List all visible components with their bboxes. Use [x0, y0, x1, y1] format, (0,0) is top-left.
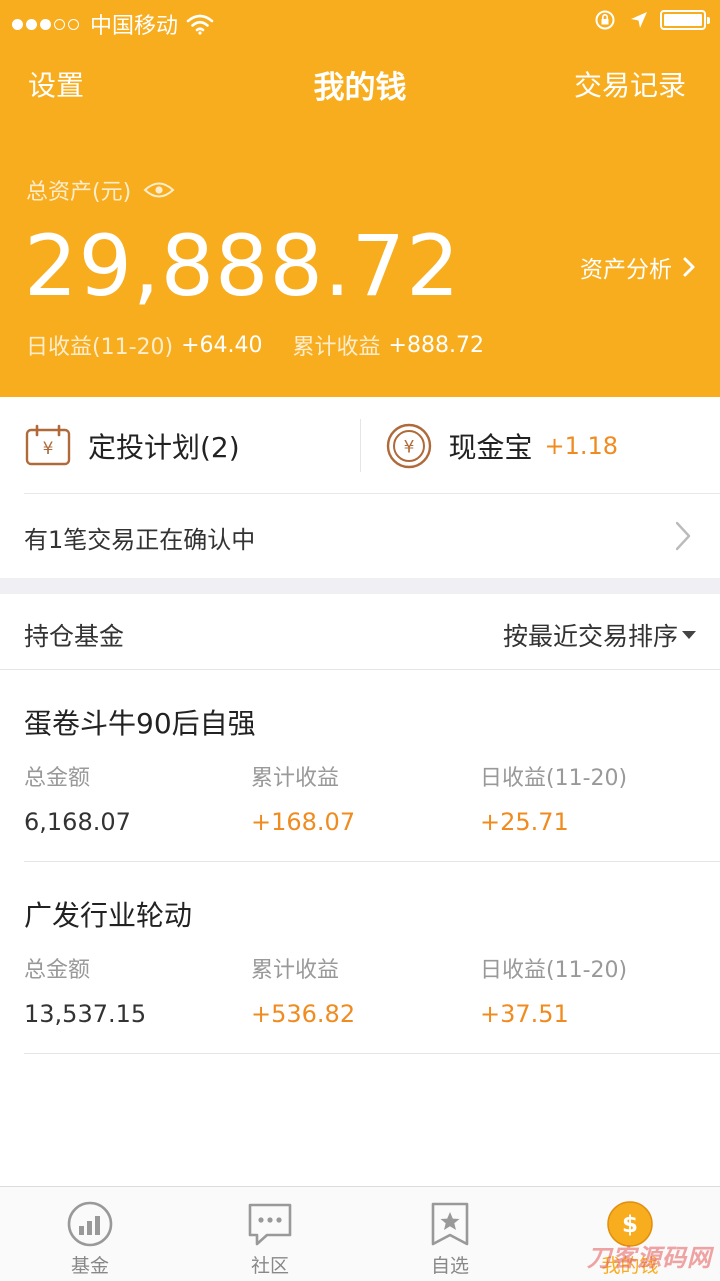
cumulative-income-value: +888.72: [388, 332, 484, 358]
asset-analysis-label: 资产分析: [580, 257, 672, 283]
sort-label: 按最近交易排序: [502, 622, 678, 651]
cumulative-income-label: 累计收益: [292, 335, 381, 360]
sort-dropdown[interactable]: 按最近交易排序: [503, 617, 696, 653]
fund-total-label: 总金额: [24, 958, 91, 983]
pending-transaction-text: 有1笔交易正在确认中: [24, 526, 256, 554]
tab-fund[interactable]: 基金: [0, 1187, 180, 1281]
investment-plan-button[interactable]: ¥ 定投计划(2): [0, 397, 360, 494]
signal-dot: [40, 18, 51, 30]
tab-community[interactable]: 社区: [180, 1187, 360, 1281]
fund-total-label: 总金额: [24, 766, 91, 791]
daily-income-label: 日收益(11-20): [26, 335, 174, 360]
signal-dot-empty: [68, 18, 79, 30]
fund-name: 广发行业轮动: [24, 899, 193, 932]
chevron-right-icon: [675, 521, 691, 551]
svg-text:¥: ¥: [43, 439, 54, 459]
investment-plan-label: 定投计划(2): [88, 430, 240, 464]
watermark: 刀客源码网: [587, 1244, 712, 1272]
signal-dot: [12, 18, 23, 30]
status-bar: 中国移动: [0, 0, 720, 40]
tab-bar: 基金 社区 自选 $ 我的钱 刀客源码网: [0, 1186, 720, 1281]
daily-income-value: +64.40: [181, 332, 263, 358]
fund-card[interactable]: 广发行业轮动 总金额 13,537.15 累计收益 +536.82 日收益(11…: [0, 862, 720, 1054]
holdings-header: 持仓基金 按最近交易排序: [0, 594, 720, 670]
svg-text:$: $: [622, 1212, 638, 1238]
signal-dot: [26, 18, 37, 30]
transaction-history-button[interactable]: 交易记录: [574, 64, 686, 104]
chevron-right-icon: [683, 257, 695, 277]
tab-fund-label: 基金: [70, 1255, 109, 1277]
section-divider: [0, 578, 720, 594]
fund-daily-label: 日收益(11-20): [480, 958, 628, 983]
cash-coin-icon: ¥: [386, 423, 431, 468]
fund-card[interactable]: 蛋卷斗牛90后自强 总金额 6,168.07 累计收益 +168.07 日收益(…: [0, 670, 720, 862]
status-right: [594, 9, 710, 31]
cash-treasure-label: 现金宝: [448, 430, 533, 464]
tab-watchlist-label: 自选: [430, 1255, 469, 1277]
fund-cumulative-value: +168.07: [251, 808, 356, 836]
fund-daily-value: +25.71: [480, 808, 569, 836]
caret-down-icon: [682, 631, 696, 639]
fund-daily-metric: 日收益(11-20) +25.71: [480, 760, 627, 836]
svg-text:¥: ¥: [403, 437, 414, 457]
fund-daily-metric: 日收益(11-20) +37.51: [480, 952, 627, 1028]
fund-daily-value: +37.51: [480, 1000, 569, 1028]
tab-watchlist[interactable]: 自选: [360, 1187, 540, 1281]
fund-cumulative-metric: 累计收益 +168.07: [251, 760, 355, 836]
location-arrow-icon: [631, 12, 647, 28]
bookmark-star-icon: [431, 1202, 469, 1246]
holdings-title: 持仓基金: [24, 622, 125, 651]
signal-dot-empty: [54, 18, 65, 30]
fund-daily-label: 日收益(11-20): [480, 766, 628, 791]
fund-cumulative-metric: 累计收益 +536.82: [251, 952, 355, 1028]
wifi-icon: [186, 14, 214, 35]
status-left: 中国移动: [12, 8, 214, 40]
income-summary-row: 日收益(11-20) +64.40 累计收益 +888.72: [26, 329, 484, 361]
nav-bar: 设置 我的钱 交易记录: [0, 55, 720, 107]
fund-total-metric: 总金额 6,168.07: [24, 760, 131, 836]
eye-icon[interactable]: [143, 181, 175, 199]
cash-treasure-button[interactable]: ¥ 现金宝 +1.18: [359, 419, 720, 472]
chat-bubble-icon: [248, 1203, 292, 1246]
asset-analysis-link[interactable]: 资产分析: [580, 250, 696, 284]
fund-total-value: 6,168.07: [24, 808, 131, 836]
fund-chart-icon: [67, 1201, 113, 1247]
fund-cumulative-value: +536.82: [251, 1000, 356, 1028]
fund-name: 蛋卷斗牛90后自强: [24, 707, 256, 740]
calendar-yen-icon: ¥: [25, 424, 71, 465]
fund-cumulative-label: 累计收益: [251, 958, 340, 983]
fund-total-metric: 总金额 13,537.15: [24, 952, 146, 1028]
tab-community-label: 社区: [250, 1255, 289, 1277]
fund-cumulative-label: 累计收益: [251, 766, 340, 791]
quick-actions-row: ¥ 定投计划(2) ¥ 现金宝 +1.18: [0, 397, 720, 494]
cash-treasure-gain: +1.18: [544, 431, 619, 460]
total-assets-value: 29,888.72: [24, 217, 461, 315]
total-assets-label: 总资产(元): [26, 180, 132, 205]
total-assets-label-row: 总资产(元): [26, 174, 175, 206]
carrier-name: 中国移动: [90, 14, 179, 39]
pending-transaction-row[interactable]: 有1笔交易正在确认中: [0, 493, 720, 578]
fund-total-value: 13,537.15: [24, 1000, 147, 1028]
battery-icon: [660, 10, 710, 30]
header-banner: 中国移动 设置 我的钱 交易记录 总资产(元) 29,888.72 资产分析 日…: [0, 0, 720, 397]
rotation-lock-icon: [595, 10, 615, 30]
